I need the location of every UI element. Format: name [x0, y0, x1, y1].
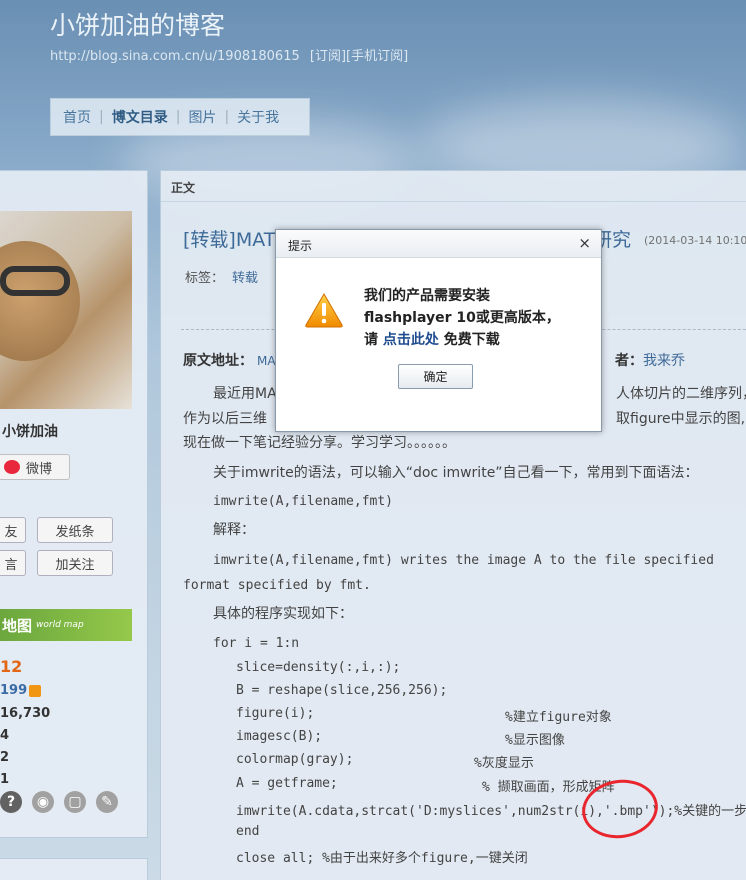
warning-icon: [305, 293, 343, 328]
download-link[interactable]: 点击此处: [383, 332, 439, 348]
dialog-header: 提示 ×: [276, 230, 601, 258]
dialog-message: 我们的产品需要安装 flashplayer 10或更高版本， 请 点击此处 免费…: [364, 285, 560, 351]
dialog-line-2: flashplayer 10或更高版本，: [364, 310, 560, 326]
dialog-line-1: 我们的产品需要安装: [364, 288, 490, 304]
page-overlay: [0, 0, 746, 880]
dialog-title: 提示: [288, 239, 313, 253]
flash-prompt-dialog: 提示 × 我们的产品需要安装 flashplayer 10或更高版本， 请 点击…: [275, 229, 602, 432]
dialog-line3-a: 请: [364, 332, 383, 348]
dialog-line3-b: 免费下载: [438, 332, 500, 348]
ok-button[interactable]: 确定: [398, 364, 473, 389]
dialog-line-3: 请 点击此处 免费下载: [364, 329, 560, 351]
close-icon[interactable]: ×: [578, 234, 591, 252]
